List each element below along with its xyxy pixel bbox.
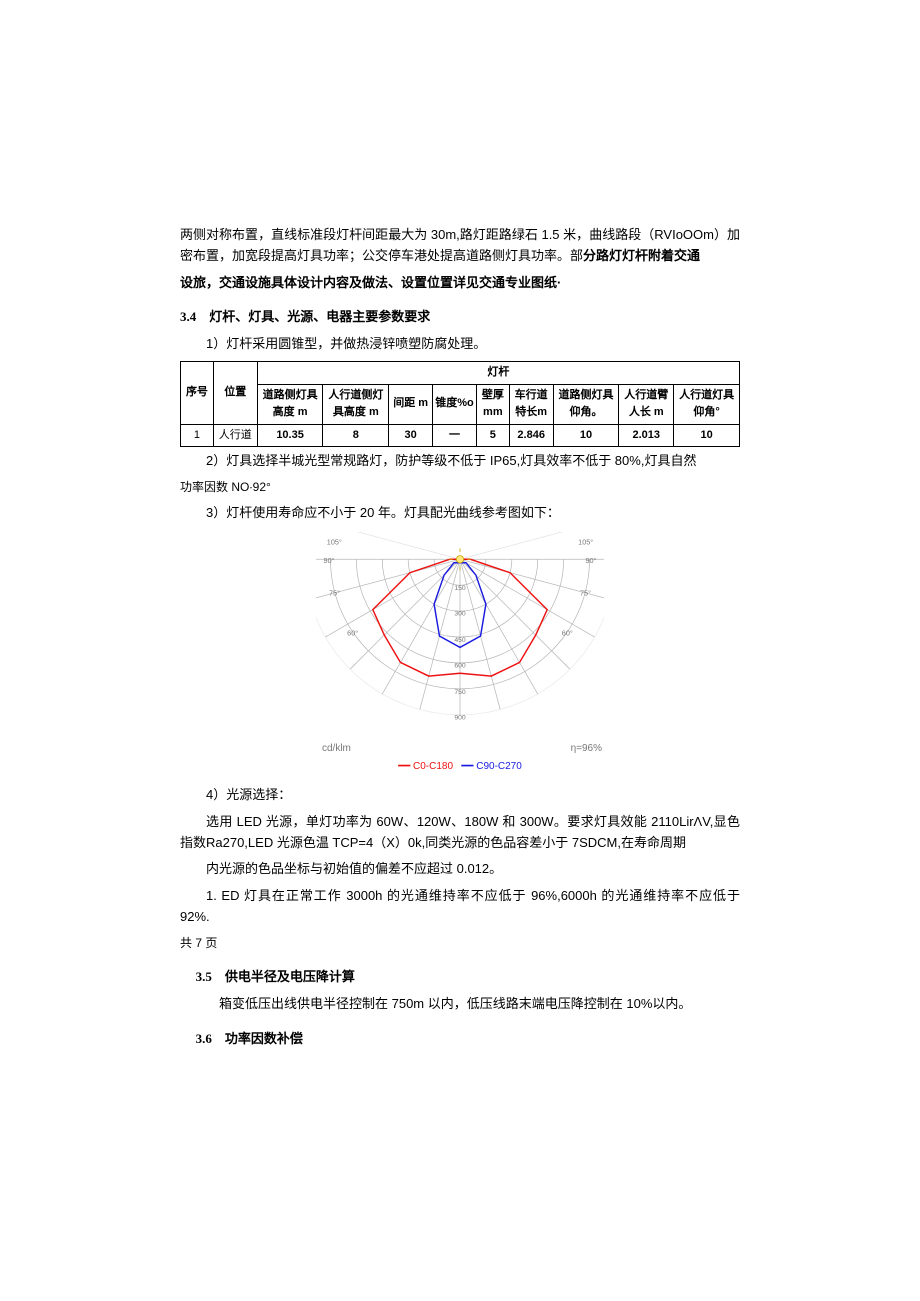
- td: 30: [389, 424, 433, 447]
- section-3-5-title: 3.5 供电半径及电压降计算: [180, 967, 740, 988]
- svg-text:105°: 105°: [327, 538, 342, 547]
- legend-swatch-red: ━━: [398, 761, 410, 772]
- th: 序号: [181, 361, 214, 424]
- svg-text:300: 300: [454, 611, 466, 618]
- th: 间距 m: [389, 384, 433, 424]
- section-3-6-title: 3.6 功率因数补偿: [180, 1029, 740, 1050]
- document-page: 两侧对称布置，直线标准段灯杆间距最大为 30m,路灯距路绿石 1.5 米，曲线路…: [0, 0, 920, 1255]
- th: 人行道侧灯具高度 m: [323, 384, 389, 424]
- table-row: 1 人行道 10.35 8 30 一 5 2.846 10 2.013 10: [181, 424, 740, 447]
- svg-text:75°: 75°: [329, 589, 340, 598]
- td: 一: [433, 424, 477, 447]
- text-bold: 分路灯灯杆附着交通: [583, 248, 700, 263]
- svg-text:450: 450: [454, 637, 466, 644]
- td: 人行道: [213, 424, 257, 447]
- svg-text:900: 900: [454, 714, 466, 721]
- svg-text:60°: 60°: [347, 629, 358, 638]
- chart-unit-right: η=96%: [571, 741, 602, 757]
- bullet-1: 1）灯杆采用圆锥型，并做热浸锌喷塑防腐处理。: [180, 334, 740, 355]
- td: 5: [476, 424, 509, 447]
- chart-axis-labels: cd/klm η=96%: [316, 739, 604, 757]
- td: 10: [553, 424, 619, 447]
- th-group: 灯杆: [257, 361, 739, 384]
- svg-text:60°: 60°: [562, 629, 573, 638]
- svg-text:90°: 90°: [324, 556, 335, 565]
- led-paragraph-1: 选用 LED 光源，单灯功率为 60W、120W、180W 和 300W。要求灯…: [180, 812, 740, 854]
- paragraph: 两侧对称布置，直线标准段灯杆间距最大为 30m,路灯距路绿石 1.5 米，曲线路…: [180, 225, 740, 267]
- td: 10.35: [257, 424, 323, 447]
- th: 道路侧灯具高度 m: [257, 384, 323, 424]
- lamp-pole-table: 序号 位置 灯杆 道路侧灯具高度 m 人行道侧灯具高度 m 间距 m 锥度%o …: [180, 361, 740, 447]
- th: 壁厚mm: [476, 384, 509, 424]
- chart-unit-left: cd/klm: [322, 741, 351, 757]
- td: 1: [181, 424, 214, 447]
- svg-text:150: 150: [454, 585, 466, 592]
- table-header-row: 序号 位置 灯杆: [181, 361, 740, 384]
- chart-legend: ━━ C0-C180 ━━ C90-C270: [316, 759, 604, 775]
- td: 2.846: [509, 424, 553, 447]
- th: 车行道特长m: [509, 384, 553, 424]
- bullet-2: 2）灯具选择半城光型常规路灯，防护等级不低于 IP65,灯具效率不低于 80%,…: [180, 451, 740, 472]
- svg-text:90°: 90°: [585, 556, 596, 565]
- page-count: 共 7 页: [180, 934, 740, 953]
- td: 10: [674, 424, 740, 447]
- svg-text:75°: 75°: [580, 589, 591, 598]
- th: 人行道臂人长 m: [619, 384, 674, 424]
- legend-label-red: C0-C180: [413, 761, 453, 772]
- led-paragraph-3: 1. ED 灯具在正常工作 3000h 的光通维持率不应低于 96%,6000h…: [180, 886, 740, 928]
- bullet-4: 4）光源选择：: [180, 785, 740, 806]
- legend-label-blue: C90-C270: [476, 761, 522, 772]
- th: 锥度%o: [433, 384, 477, 424]
- svg-text:105°: 105°: [578, 538, 593, 547]
- th: 道路侧灯具仰角。: [553, 384, 619, 424]
- svg-text:750: 750: [454, 689, 466, 696]
- paragraph-bold: 设旅，交通设施具体设计内容及做法、设置位置详见交通专业图纸·: [180, 273, 740, 294]
- th: 人行道灯具仰角°: [674, 384, 740, 424]
- legend-swatch-blue: ━━: [461, 761, 473, 772]
- svg-text:600: 600: [454, 663, 466, 670]
- th: 位置: [213, 361, 257, 424]
- polar-chart-svg: 105° 90° 75° 60° 105° 90° 75° 60° 150 30…: [316, 532, 604, 732]
- table-header-row: 道路侧灯具高度 m 人行道侧灯具高度 m 间距 m 锥度%o 壁厚mm 车行道特…: [181, 384, 740, 424]
- bullet-3: 3）灯杆使用寿命应不小于 20 年。灯具配光曲线参考图如下：: [180, 503, 740, 524]
- td: 8: [323, 424, 389, 447]
- polar-chart: 105° 90° 75° 60° 105° 90° 75° 60° 150 30…: [316, 532, 604, 775]
- section-3-4-title: 3.4 灯杆、灯具、光源、电器主要参数要求: [180, 307, 740, 328]
- led-paragraph-2: 内光源的色品坐标与初始值的偏差不应超过 0.012。: [180, 859, 740, 880]
- td: 2.013: [619, 424, 674, 447]
- power-factor-line: 功率因数 NO∙92°: [180, 478, 740, 497]
- paragraph-3-5: 箱变低压出线供电半径控制在 750m 以内，低压线路末端电压降控制在 10%以内…: [180, 994, 740, 1015]
